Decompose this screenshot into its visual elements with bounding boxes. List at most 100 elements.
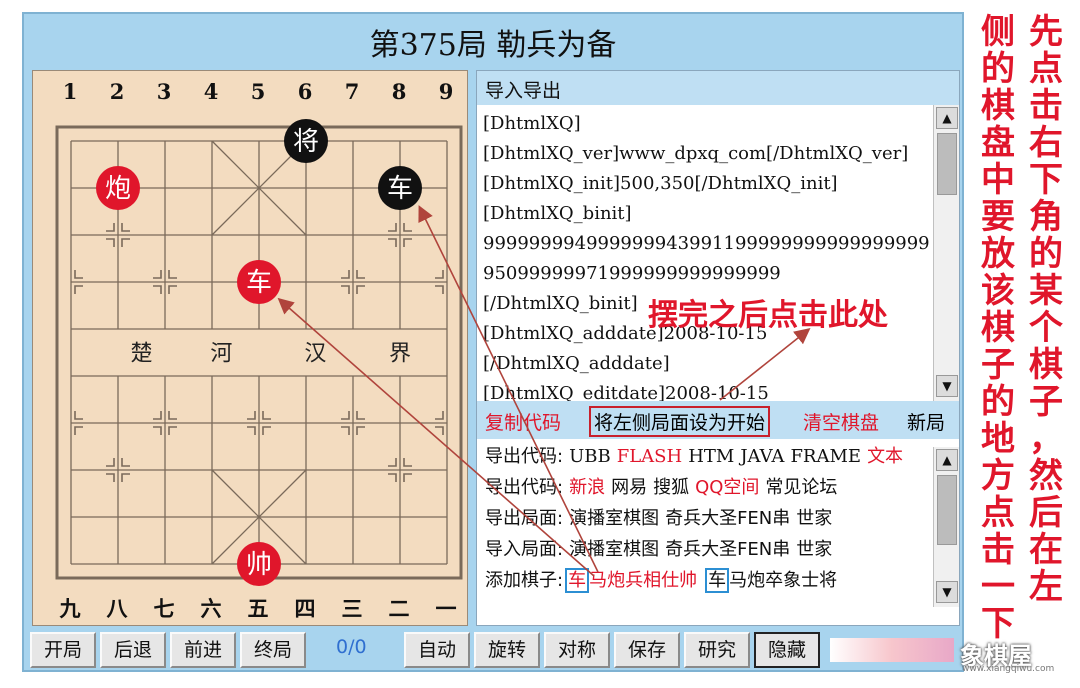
point-marker xyxy=(121,223,130,232)
scroll-thumb[interactable] xyxy=(937,133,957,195)
export-code-label: 导出代码: xyxy=(485,446,564,467)
move-counter: 0/0 xyxy=(336,636,367,658)
point-marker xyxy=(356,285,365,294)
export-scrollbar[interactable]: ▲ ▼ xyxy=(933,447,959,607)
point-marker xyxy=(121,238,130,247)
red-piece-palette[interactable]: 马炮兵相仕帅 xyxy=(589,570,697,591)
point-marker xyxy=(388,223,397,232)
point-marker xyxy=(341,285,350,294)
back-button[interactable]: 后退 xyxy=(100,632,166,668)
export-shijia-link[interactable]: 世家 xyxy=(796,508,832,529)
point-marker xyxy=(388,458,397,467)
point-marker xyxy=(74,411,83,420)
xiangqi-board[interactable]: 楚河汉界将车炮车帅 xyxy=(33,71,469,627)
import-studio-diagram-link[interactable]: 演播室棋图 xyxy=(569,539,659,560)
mirror-button[interactable]: 对称 xyxy=(544,632,610,668)
export-htm-link[interactable]: HTM xyxy=(688,446,734,467)
chess-piece[interactable]: 车 xyxy=(378,166,422,210)
export-qzone-link[interactable]: QQ空间 xyxy=(695,477,759,498)
point-marker xyxy=(435,411,444,420)
watermark-url: www.xiangqiwu.com xyxy=(962,664,1055,674)
export-text-link[interactable]: 文本 xyxy=(867,446,903,467)
black-piece-palette[interactable]: 马炮卒象士将 xyxy=(729,570,837,591)
export-fen-link[interactable]: 奇兵大圣FEN串 xyxy=(665,508,790,529)
clear-board-button[interactable]: 清空棋盘 xyxy=(803,408,879,435)
import-row: 导入局面: 演播室棋图 奇兵大圣FEN串 世家 xyxy=(485,534,925,565)
start-button[interactable]: 开局 xyxy=(30,632,96,668)
instruction-column-2: 侧的棋盘中要放该棋子的地方点击一下 xyxy=(981,12,1015,644)
auto-play-button[interactable]: 自动 xyxy=(404,632,470,668)
forward-button[interactable]: 前进 xyxy=(170,632,236,668)
code-scrollbar[interactable]: ▲ ▼ xyxy=(933,105,959,401)
hide-button[interactable]: 隐藏 xyxy=(754,632,820,668)
river-label: 界 xyxy=(389,342,411,367)
export-studio-diagram-link[interactable]: 演播室棋图 xyxy=(569,508,659,529)
import-shijia-link[interactable]: 世家 xyxy=(796,539,832,560)
export-netease-link[interactable]: 网易 xyxy=(611,477,647,498)
point-marker xyxy=(262,426,271,435)
export-java-link[interactable]: JAVA xyxy=(740,446,784,467)
export-frame-link[interactable]: FRAME xyxy=(790,446,861,467)
code-textarea[interactable]: [DhtmlXQ] [DhtmlXQ_ver]www_dpxq_com[/Dht… xyxy=(477,105,933,401)
chess-piece[interactable]: 帅 xyxy=(237,542,281,586)
export-code-label: 导出代码: xyxy=(485,477,564,498)
piece-label: 将 xyxy=(293,127,319,157)
point-marker xyxy=(435,426,444,435)
point-marker xyxy=(388,238,397,247)
piece-label: 车 xyxy=(387,174,413,204)
code-line: 999999994999999943991199999999999999999 xyxy=(483,233,930,254)
scroll-up-icon[interactable]: ▲ xyxy=(936,107,958,129)
board-panel: 1 2 3 4 5 6 7 8 9 九 八 七 六 五 四 三 二 一 楚河汉界… xyxy=(32,70,468,626)
code-line: [DhtmlXQ_ver]www_dpxq_com[/DhtmlXQ_ver] xyxy=(483,143,909,164)
game-window: 第375局 勒兵为备 1 2 3 4 5 6 7 8 9 九 八 七 六 五 四… xyxy=(22,12,964,672)
point-marker xyxy=(153,285,162,294)
export-sina-link[interactable]: 新浪 xyxy=(569,477,605,498)
point-marker xyxy=(153,426,162,435)
chess-piece[interactable]: 将 xyxy=(284,119,328,163)
new-game-button[interactable]: 新局 xyxy=(907,408,945,435)
point-marker xyxy=(106,458,115,467)
red-chariot-piece-button[interactable]: 车 xyxy=(565,568,590,593)
point-marker xyxy=(403,473,412,482)
action-bar: 复制代码 将左侧局面设为开始 清空棋盘 新局 xyxy=(477,401,959,439)
export-forum-link[interactable]: 常见论坛 xyxy=(765,477,837,498)
export-sohu-link[interactable]: 搜狐 xyxy=(653,477,689,498)
scroll-down-icon[interactable]: ▼ xyxy=(936,581,958,603)
export-ubb-link[interactable]: UBB xyxy=(569,446,611,467)
set-start-position-button[interactable]: 将左侧局面设为开始 xyxy=(589,406,771,437)
point-marker xyxy=(153,411,162,420)
export-row: 导出局面: 演播室棋图 奇兵大圣FEN串 世家 xyxy=(485,503,925,534)
copy-code-button[interactable]: 复制代码 xyxy=(485,408,561,435)
point-marker xyxy=(106,473,115,482)
save-button[interactable]: 保存 xyxy=(614,632,680,668)
piece-label: 车 xyxy=(246,268,272,298)
export-options: 导出代码: UBB FLASH HTM JAVA FRAME 文本 导出代码: 新浪 网易 搜狐 Q… xyxy=(477,439,933,617)
piece-label: 帅 xyxy=(246,550,272,580)
chess-piece[interactable]: 炮 xyxy=(96,166,140,210)
side-instructions: 先点击右下角的某个棋子，然后在左 侧的棋盘中要放该棋子的地方点击一下 xyxy=(972,14,1072,654)
point-marker xyxy=(356,270,365,279)
scroll-thumb[interactable] xyxy=(937,475,957,545)
import-fen-link[interactable]: 奇兵大圣FEN串 xyxy=(665,539,790,560)
code-line: [/DhtmlXQ_adddate] xyxy=(483,353,670,374)
toolbar-fade xyxy=(830,638,954,662)
black-chariot-piece-button[interactable]: 车 xyxy=(705,568,730,593)
point-marker xyxy=(121,473,130,482)
point-marker xyxy=(121,458,130,467)
point-marker xyxy=(356,426,365,435)
study-button[interactable]: 研究 xyxy=(684,632,750,668)
chess-piece[interactable]: 车 xyxy=(237,260,281,304)
point-marker xyxy=(435,270,444,279)
import-export-panel: 导入导出 [DhtmlXQ] [DhtmlXQ_ver]www_dpxq_com… xyxy=(476,70,960,626)
export-flash-link[interactable]: FLASH xyxy=(617,446,682,467)
river-label: 河 xyxy=(210,342,232,367)
river-label: 汉 xyxy=(304,342,326,367)
instruction-callout: 摆完之后点击此处 xyxy=(648,298,888,333)
point-marker xyxy=(106,238,115,247)
end-button[interactable]: 终局 xyxy=(240,632,306,668)
scroll-down-icon[interactable]: ▼ xyxy=(936,375,958,397)
point-marker xyxy=(356,411,365,420)
rotate-button[interactable]: 旋转 xyxy=(474,632,540,668)
point-marker xyxy=(74,270,83,279)
scroll-up-icon[interactable]: ▲ xyxy=(936,449,958,471)
